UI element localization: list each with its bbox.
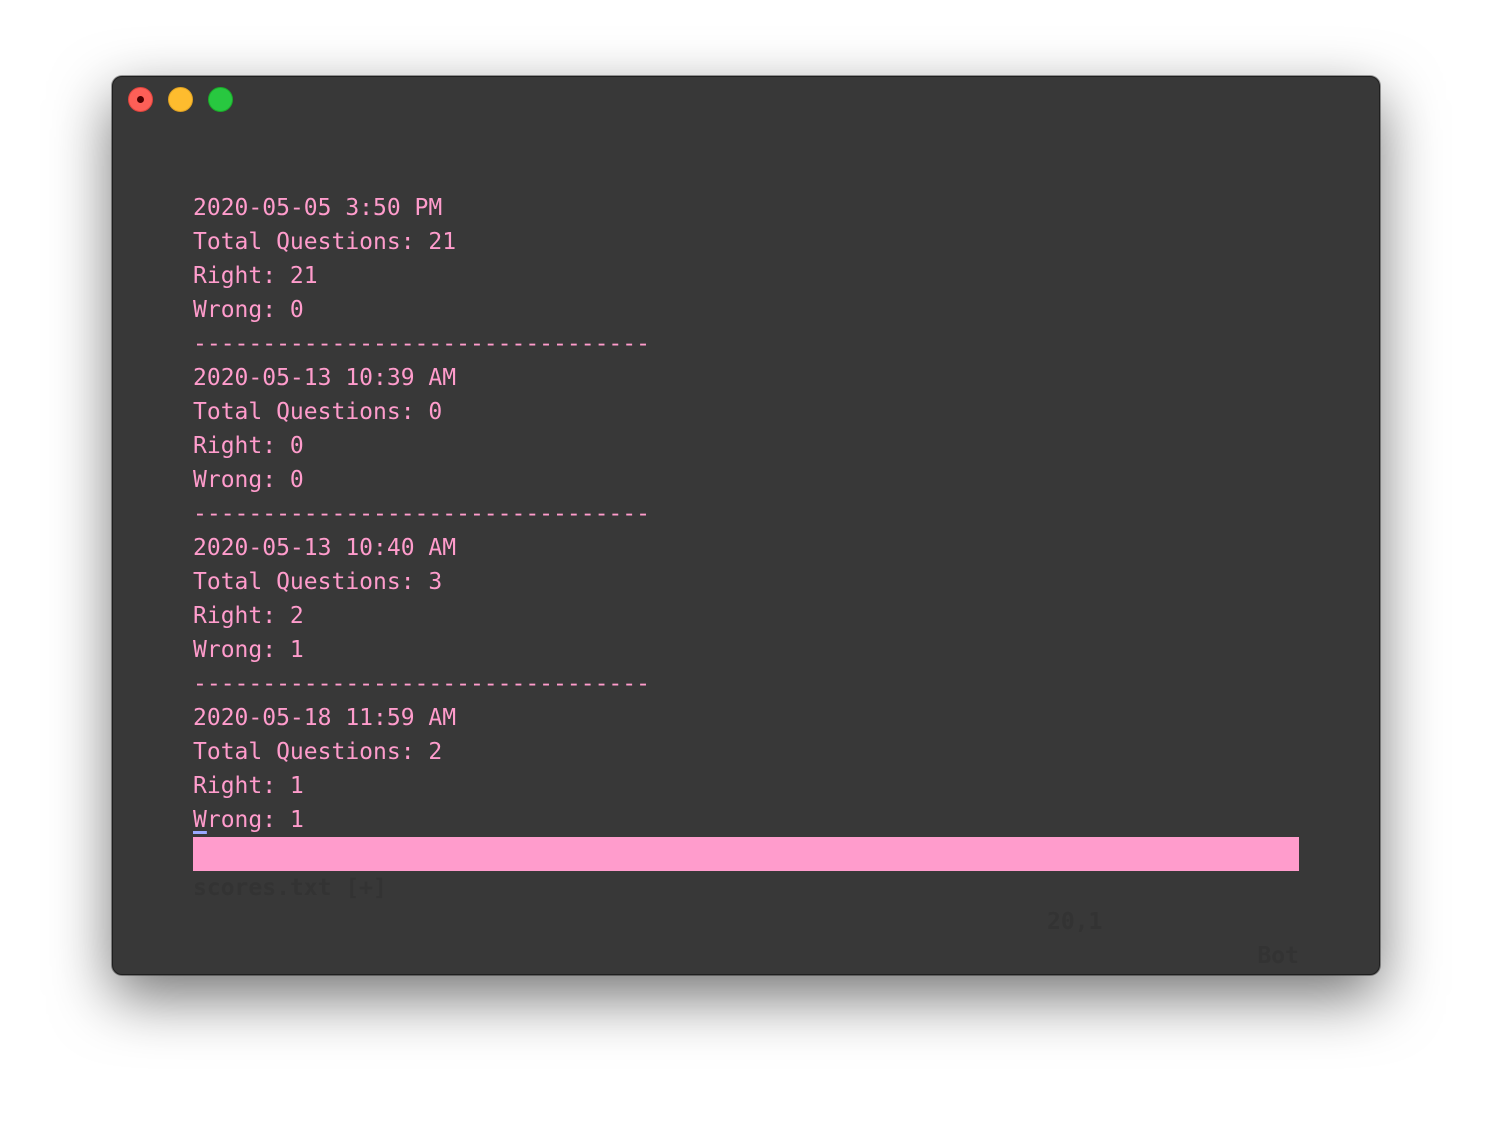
buffer-line: Total Questions: 3: [193, 569, 443, 595]
buffer-line: Total Questions: 21: [193, 229, 457, 255]
status-cursor-position: 20,1: [1047, 909, 1103, 935]
maximize-window-button[interactable]: [208, 87, 233, 112]
separator-line: ---------------------------------: [193, 671, 650, 697]
buffer-line: Right: 1: [193, 773, 304, 799]
cursor-line-rest: rong: 1: [206, 807, 304, 833]
cursor-line: Wrong: 1: [193, 803, 1299, 837]
buffer-line: 2020-05-05 3:50 PM: [193, 195, 443, 221]
close-icon: [137, 96, 144, 103]
buffer-line: Wrong: 0: [193, 467, 304, 493]
buffer-line: Right: 21: [193, 263, 318, 289]
buffer-line: Right: 0: [193, 433, 304, 459]
window-controls: [128, 87, 233, 112]
buffer-line: Wrong: 1: [193, 637, 304, 663]
buffer-line: Right: 2: [193, 603, 304, 629]
text-cursor: W: [193, 807, 207, 833]
close-window-button[interactable]: [128, 87, 153, 112]
buffer-line: 2020-05-13 10:40 AM: [193, 535, 457, 561]
buffer-line: Wrong: 0: [193, 297, 304, 323]
buffer-line: Total Questions: 0: [193, 399, 443, 425]
minimize-window-button[interactable]: [168, 87, 193, 112]
separator-line: ---------------------------------: [193, 331, 650, 357]
terminal-window: 2020-05-05 3:50 PM Total Questions: 21 R…: [112, 76, 1380, 975]
buffer-line: 2020-05-13 10:39 AM: [193, 365, 457, 391]
status-line: scores.txt [+] 20,1 Bot: [193, 837, 1299, 969]
vim-editor[interactable]: 2020-05-05 3:50 PM Total Questions: 21 R…: [193, 191, 1299, 969]
buffer-line: Total Questions: 2: [193, 739, 443, 765]
separator-line: ---------------------------------: [193, 501, 650, 527]
status-filename: scores.txt [+]: [193, 875, 387, 901]
buffer-line: 2020-05-18 11:59 AM: [193, 705, 457, 731]
status-scroll-position: Bot: [1257, 943, 1299, 969]
